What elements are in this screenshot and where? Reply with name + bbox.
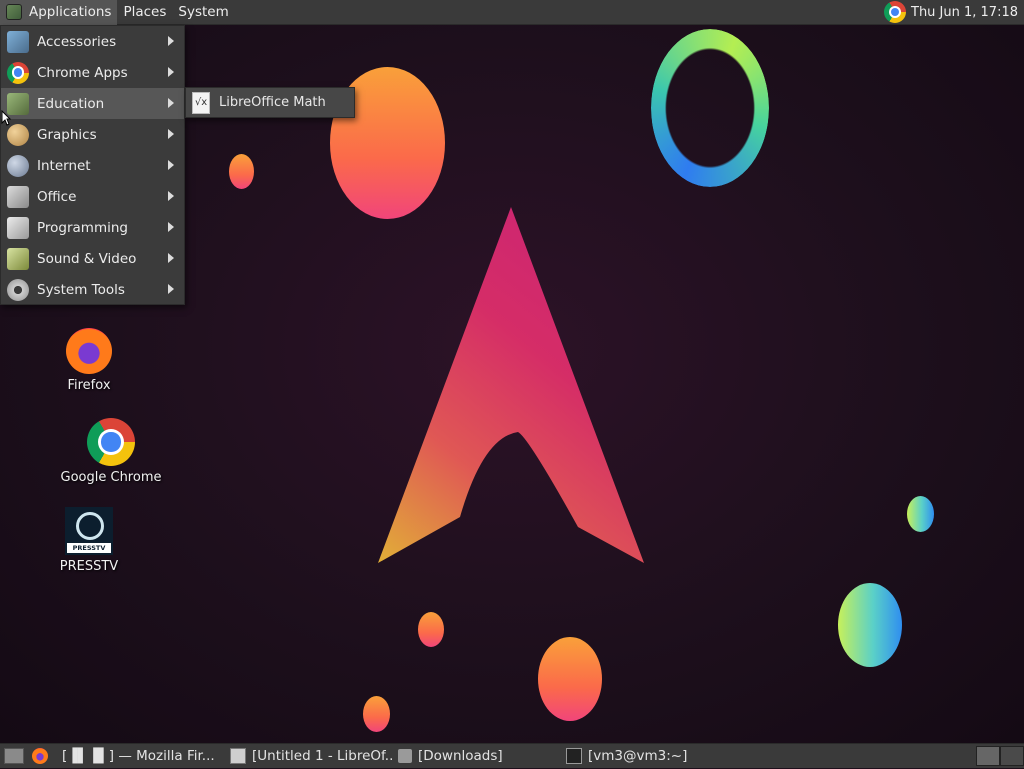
submenu-arrow-icon (168, 160, 174, 170)
desktop-icon-firefox[interactable]: Firefox (54, 328, 124, 393)
wallpaper-orange-circle (229, 154, 254, 189)
submenu-arrow-icon (168, 222, 174, 232)
applications-menu-button[interactable]: Applications (0, 0, 118, 25)
places-label: Places (123, 4, 167, 20)
graphics-icon (7, 123, 29, 146)
mouse-cursor-icon (1, 110, 11, 126)
clock-area[interactable]: Thu Jun 1, 17:18 (884, 1, 1024, 23)
education-submenu: √x LibreOffice Math (185, 87, 355, 118)
menu-item-label: Internet (37, 157, 91, 174)
system-label: System (178, 4, 229, 20)
clock[interactable]: Thu Jun 1, 17:18 (911, 5, 1018, 20)
top-panel: Applications Places System Thu Jun 1, 17… (0, 0, 1024, 25)
desktop-icon-label: Google Chrome (60, 470, 162, 485)
menu-item-office[interactable]: Office (1, 181, 184, 212)
chrome-icon (87, 418, 135, 466)
taskbar-item-firefox[interactable]: [▐▌▐▌] — Mozilla Fir... (56, 744, 224, 769)
chrome-icon (7, 61, 29, 84)
folder-icon (398, 749, 412, 763)
desktop-icon-label: Firefox (67, 378, 111, 393)
taskbar-item-downloads[interactable]: [Downloads] (392, 744, 560, 769)
firefox-icon (66, 328, 112, 374)
desktop-icon-presstv[interactable]: PRESSTV PRESSTV (54, 507, 124, 574)
submenu-item-libreoffice-math[interactable]: LibreOffice Math (219, 95, 326, 110)
desktop-icon-google-chrome[interactable]: Google Chrome (56, 418, 166, 485)
chrome-icon[interactable] (884, 1, 906, 23)
menu-item-sound-video[interactable]: Sound & Video (1, 243, 184, 274)
presstv-logo-text: PRESSTV (67, 543, 111, 553)
presstv-icon: PRESSTV (65, 507, 113, 555)
menu-item-label: Programming (37, 219, 128, 236)
system-menu-button[interactable]: System (172, 0, 234, 25)
taskbar-item-label: [Untitled 1 - LibreOf... (252, 748, 392, 764)
submenu-arrow-icon (168, 253, 174, 263)
accessories-icon (7, 30, 29, 53)
taskbar-item-libreoffice[interactable]: [Untitled 1 - LibreOf... (224, 744, 392, 769)
submenu-arrow-icon (168, 36, 174, 46)
wallpaper-ring (651, 29, 769, 187)
menu-item-label: Accessories (37, 33, 117, 50)
menu-item-label: Graphics (37, 126, 97, 143)
internet-icon (7, 154, 29, 177)
menu-item-label: Sound & Video (37, 250, 137, 267)
desktop-icon-label: PRESSTV (59, 559, 119, 574)
arch-logo (378, 207, 644, 563)
menu-item-label: Education (37, 95, 105, 112)
taskbar-item-label: [vm3@vm3:~] (588, 748, 688, 764)
applications-menu: Accessories Chrome Apps Education Graphi… (0, 25, 185, 305)
menu-item-label: Chrome Apps (37, 64, 128, 81)
submenu-arrow-icon (168, 284, 174, 294)
wallpaper-orange-circle (363, 696, 390, 732)
document-icon (230, 748, 246, 764)
firefox-launcher-icon[interactable] (32, 748, 48, 764)
applications-label: Applications (29, 4, 112, 20)
submenu-arrow-icon (168, 129, 174, 139)
wallpaper-blue-circle (838, 583, 902, 667)
wallpaper-blue-circle (907, 496, 934, 532)
taskbar-item-label: [▐▌▐▌] — Mozilla Fir... (62, 748, 215, 764)
workspace-2[interactable] (1000, 746, 1024, 766)
sound-video-icon (7, 247, 29, 270)
menu-item-system-tools[interactable]: System Tools (1, 274, 184, 305)
wallpaper-orange-circle (418, 612, 444, 647)
menu-item-chrome-apps[interactable]: Chrome Apps (1, 57, 184, 88)
bottom-panel: [▐▌▐▌] — Mozilla Fir... [Untitled 1 - Li… (0, 743, 1024, 768)
menu-item-label: System Tools (37, 281, 125, 298)
menu-item-programming[interactable]: Programming (1, 212, 184, 243)
menu-item-label: Office (37, 188, 77, 205)
menu-item-graphics[interactable]: Graphics (1, 119, 184, 150)
workspace-1[interactable] (976, 746, 1000, 766)
office-icon (7, 185, 29, 208)
menu-item-education[interactable]: Education (1, 88, 184, 119)
menu-item-internet[interactable]: Internet (1, 150, 184, 181)
workspace-switcher[interactable] (976, 746, 1024, 766)
system-tools-icon (7, 278, 29, 301)
programming-icon (7, 216, 29, 239)
gnome-foot-icon (6, 4, 22, 20)
places-menu-button[interactable]: Places (117, 0, 172, 25)
menu-item-accessories[interactable]: Accessories (1, 26, 184, 57)
libreoffice-math-icon: √x (192, 91, 210, 114)
taskbar-item-terminal[interactable]: [vm3@vm3:~] (560, 744, 728, 769)
terminal-icon (566, 748, 582, 764)
submenu-arrow-icon (168, 98, 174, 108)
taskbar-item-label: [Downloads] (418, 748, 503, 764)
submenu-arrow-icon (168, 67, 174, 77)
wallpaper-orange-circle (538, 637, 602, 721)
submenu-arrow-icon (168, 191, 174, 201)
show-desktop-icon[interactable] (4, 748, 24, 764)
